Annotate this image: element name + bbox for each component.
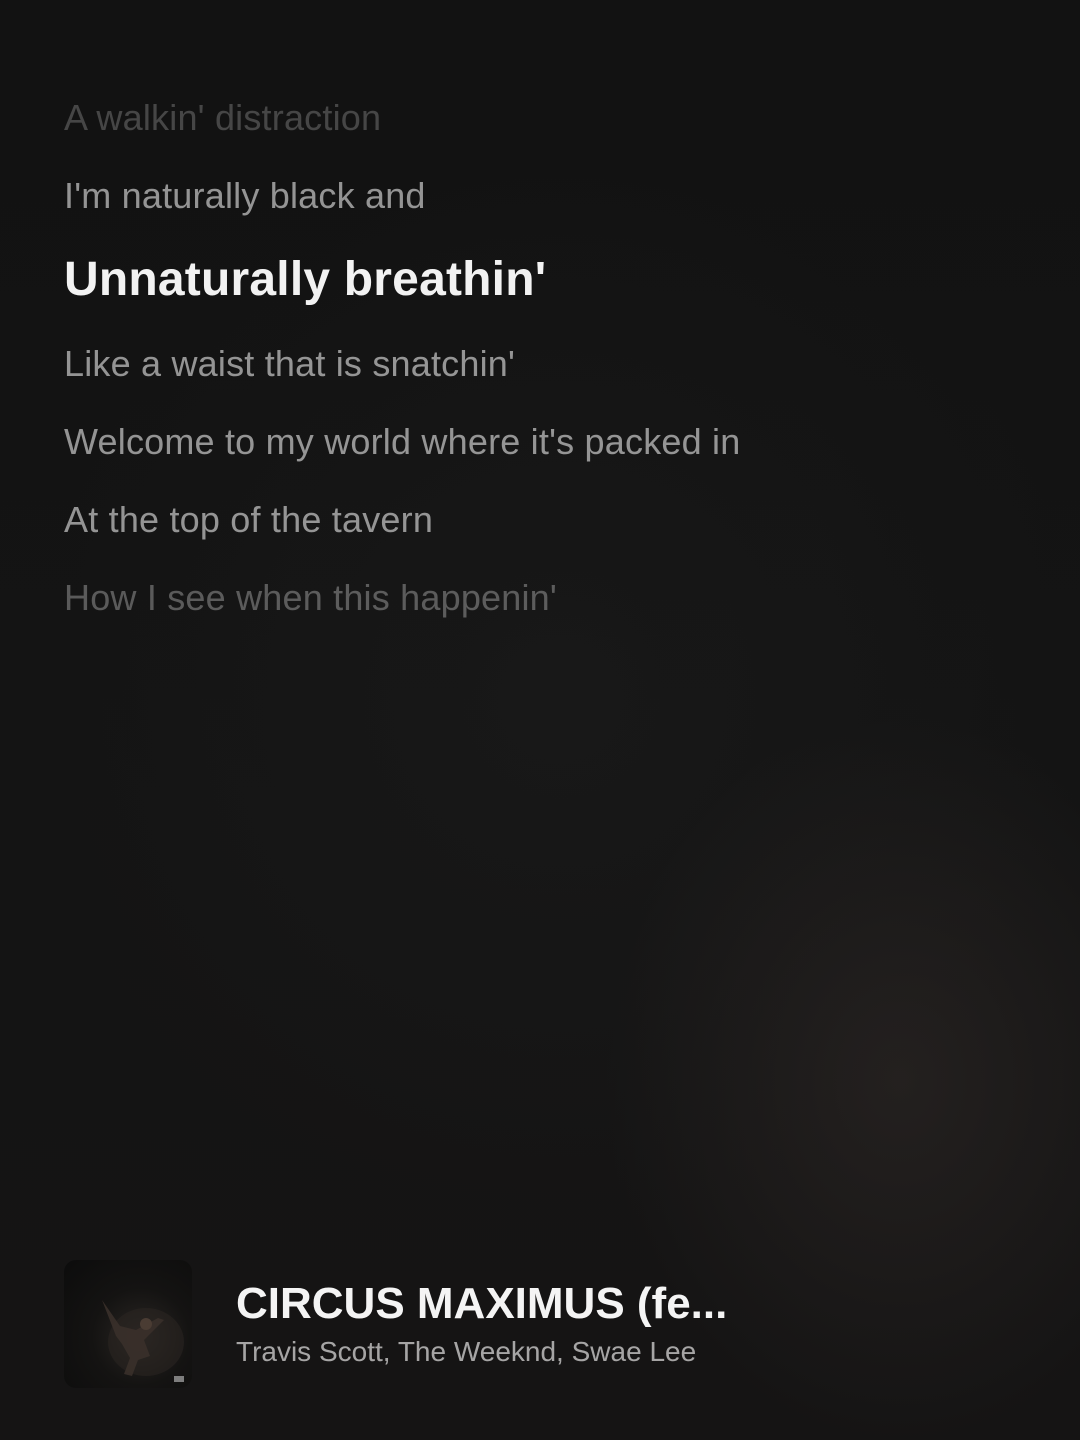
now-playing-bar[interactable]: CIRCUS MAXIMUS (fe... Travis Scott, The … bbox=[64, 1260, 1016, 1388]
lyric-line-active[interactable]: Unnaturally breathin' bbox=[64, 252, 1024, 308]
lyric-line[interactable]: How I see when this happenin' bbox=[64, 576, 1024, 620]
lyric-line[interactable]: Welcome to my world where it's packed in bbox=[64, 420, 1024, 464]
lyric-line[interactable]: I'm naturally black and bbox=[64, 174, 1024, 218]
track-title[interactable]: CIRCUS MAXIMUS (fe... bbox=[236, 1278, 727, 1330]
album-cover[interactable] bbox=[64, 1260, 192, 1388]
lyric-line[interactable]: At the top of the tavern bbox=[64, 498, 1024, 542]
track-artists[interactable]: Travis Scott, The Weeknd, Swae Lee bbox=[236, 1334, 727, 1370]
track-info: CIRCUS MAXIMUS (fe... Travis Scott, The … bbox=[236, 1278, 727, 1370]
lyric-line[interactable]: A walkin' distraction bbox=[64, 96, 1024, 140]
lyric-line[interactable]: Like a waist that is snatchin' bbox=[64, 342, 1024, 386]
lyrics-list: A walkin' distraction I'm naturally blac… bbox=[64, 96, 1024, 654]
album-cover-image bbox=[102, 1300, 184, 1382]
